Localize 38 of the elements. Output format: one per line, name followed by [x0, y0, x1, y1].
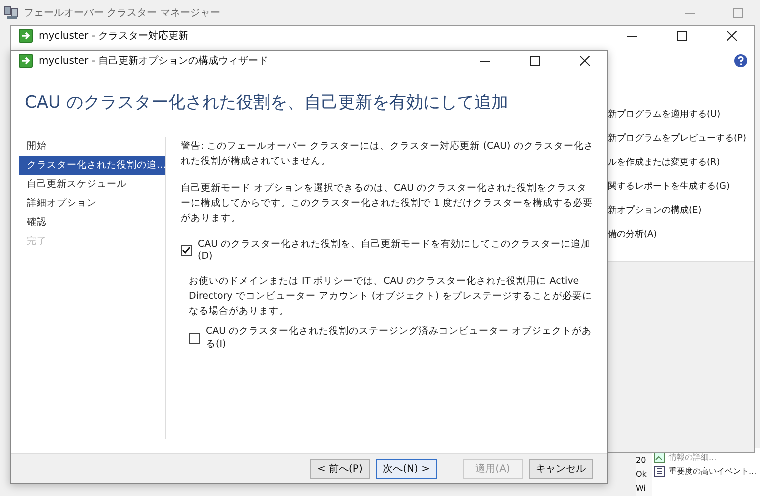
close-icon	[580, 56, 590, 66]
help-icon[interactable]	[734, 54, 748, 68]
wizard-step[interactable]: 自己更新スケジュール	[19, 175, 165, 194]
wizard-step[interactable]: 開始	[19, 137, 165, 156]
cluster-icon	[4, 6, 20, 20]
window-title: mycluster - クラスター対応更新	[39, 30, 190, 43]
note-text: お使いのドメインまたは IT ポリシーでは、CAU のクラスター化された役割用に Active Directory でコンピューター アカウント (オブジェクト) をプレステージすることが必要になる場合があります。	[188, 275, 594, 319]
paragraph-text: 自己更新モード オプションを選択できるのは、CAU のクラスター化された役割をクラスターに構成してからです。このクラスター化された役割で 1 度だけクラスターを構成する必要があります。	[181, 182, 594, 226]
wizard-button[interactable]: キャンセル	[529, 458, 593, 478]
table-cell-text: Ok	[636, 469, 648, 481]
action-link[interactable]: 備の分析(A)	[608, 228, 754, 241]
wizard-heading: CAU のクラスター化された役割を、自己更新を有効にして追加	[24, 92, 510, 115]
table-cell-text: Wi	[636, 483, 647, 495]
maximize-icon	[677, 31, 687, 41]
wizard-step[interactable]: クラスター化された役割の追...	[19, 156, 165, 175]
maximize-icon	[733, 8, 743, 18]
paragraph-text: 警告: このフェールオーバー クラスターには、クラスター対応更新 (CAU) のクラスター化された役割が構成されていません。	[181, 140, 595, 169]
action-link[interactable]: 関するレポートを生成する(G)	[608, 180, 754, 193]
action-link[interactable]: 新オプションの構成(E)	[608, 204, 754, 217]
action-link[interactable]: 重要度の高いイベント...	[669, 466, 757, 477]
wizard-button[interactable]: < 前へ(P)	[310, 458, 370, 478]
checkbox[interactable]	[181, 244, 192, 256]
wizard-button[interactable]: 次へ(N) >	[376, 458, 437, 478]
close-icon	[727, 31, 737, 41]
table-cell-text: 20	[636, 455, 648, 467]
action-link[interactable]: 新プログラムを適用する(U)	[608, 108, 754, 121]
arrow-icon	[19, 29, 33, 43]
wizard-step[interactable]: 確認	[19, 213, 165, 232]
window-title: mycluster - 自己更新オプションの構成ウィザード	[39, 54, 270, 68]
window-title: フェールオーバー クラスター マネージャー	[24, 6, 222, 20]
checkbox-label[interactable]: CAU のクラスター化された役割のステージング済みコンピューター オブジェクトがある(I)	[206, 325, 597, 351]
checkbox-label[interactable]: CAU のクラスター化された役割を、自己更新モードを有効にしてこのクラスターに追加(D)	[198, 238, 597, 262]
action-link[interactable]: ルを作成または変更する(R)	[608, 156, 754, 169]
wizard-step[interactable]: 詳細オプション	[19, 194, 165, 213]
arrow-icon	[19, 54, 33, 68]
action-link[interactable]: 新プログラムをプレビューする(P)	[608, 132, 754, 145]
maximize-icon	[530, 56, 540, 66]
checkbox[interactable]	[189, 332, 200, 344]
